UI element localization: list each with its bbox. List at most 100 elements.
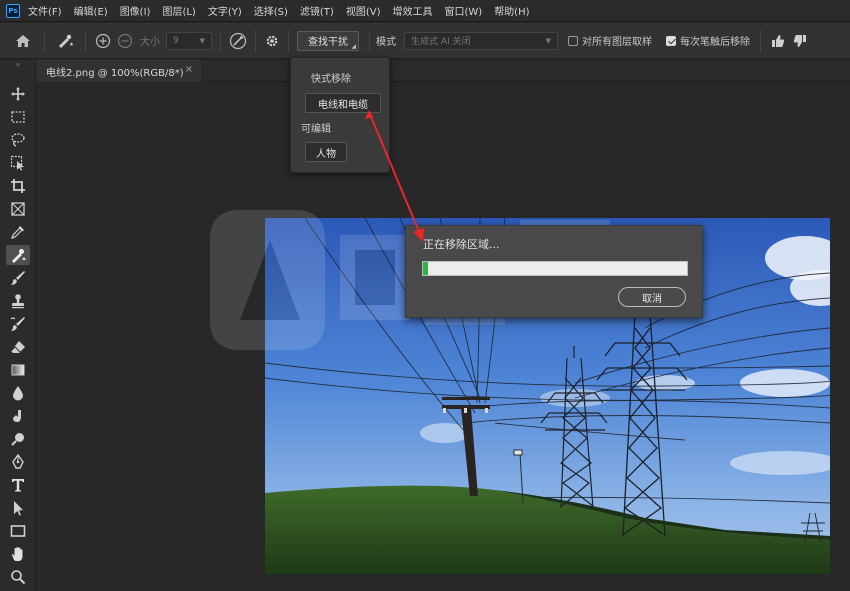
menu-image[interactable]: 图像(I) (120, 3, 151, 18)
gradient-icon (11, 364, 25, 376)
cancel-button[interactable]: 取消 (618, 287, 686, 307)
hand-tool[interactable] (6, 544, 30, 564)
brush-pressure-icon[interactable] (227, 29, 249, 53)
close-icon[interactable]: × (185, 64, 193, 75)
marquee-icon (11, 111, 25, 123)
eyedropper-icon (11, 226, 24, 239)
mode-label: 模式 (376, 37, 396, 48)
chevron-down-icon: ▼ (545, 36, 551, 45)
brush-icon (11, 271, 25, 285)
document-tab-title: 电线2.png @ 100%(RGB/8*) (46, 67, 184, 79)
menu-help[interactable]: 帮助(H) (494, 3, 529, 18)
size-label: 大小 (140, 37, 160, 48)
subtract-from-mask-icon[interactable] (114, 29, 136, 53)
chevron-down-icon: ◢ (351, 42, 356, 50)
find-distractions-popup: 快式移除 电线和电缆 可编辑 人物 (290, 57, 390, 173)
menu-type[interactable]: 文字(Y) (208, 3, 242, 18)
canvas-area[interactable] (36, 83, 850, 591)
pen-tool[interactable] (6, 452, 30, 472)
find-distractions-button[interactable]: 查找干扰 ◢ (297, 30, 359, 51)
dodge-icon (11, 433, 24, 446)
divider (44, 29, 45, 52)
removing-progress-dialog: 正在移除区域... 取消 (405, 225, 703, 318)
eyedropper-tool[interactable] (6, 222, 30, 242)
blur-icon (13, 386, 23, 401)
gradient-tool[interactable] (6, 360, 30, 380)
rectangle-tool[interactable] (6, 521, 30, 541)
progress-bar (422, 261, 688, 276)
path-select-icon (14, 501, 23, 516)
remove-after-stroke-checkbox[interactable]: 每次笔触后移除 (666, 33, 750, 48)
document-tab[interactable]: 电线2.png @ 100%(RGB/8*) × (36, 60, 201, 82)
smudge-icon (13, 410, 21, 422)
menu-layer[interactable]: 图层(L) (162, 3, 195, 18)
path-select-tool[interactable] (6, 498, 30, 518)
menu-file[interactable]: 文件(F) (28, 3, 62, 18)
object-select-tool[interactable] (6, 153, 30, 173)
menu-bar: Ps 文件(F) 编辑(E) 图像(I) 图层(L) 文字(Y) 选择(S) 滤… (0, 0, 850, 22)
type-tool[interactable] (6, 475, 30, 495)
move-tool[interactable] (6, 84, 30, 104)
remove-tool-preset-icon[interactable] (51, 29, 79, 53)
stamp-tool[interactable] (6, 291, 30, 311)
menu-select[interactable]: 选择(S) (254, 3, 288, 18)
divider (369, 29, 370, 52)
pen-icon (12, 454, 24, 469)
gear-icon[interactable] (262, 29, 282, 53)
hand-icon (12, 547, 23, 561)
thumbs-down-icon[interactable] (789, 29, 811, 53)
find-distractions-label: 查找干扰 (308, 37, 348, 48)
history-brush-tool[interactable] (6, 314, 30, 334)
document-tab-bar: 电线2.png @ 100%(RGB/8*) × (36, 60, 850, 82)
chevron-down-icon: ▼ (199, 36, 205, 45)
add-to-mask-icon[interactable] (92, 29, 114, 53)
history-brush-icon (10, 317, 25, 331)
options-bar: 大小 9 ▼ 查找干扰 ◢ 模式 生成式 AI 关闭 ▼ 对所有图层取样 每次笔… (0, 23, 850, 59)
menu-plugins[interactable]: 增效工具 (392, 3, 432, 18)
crop-tool[interactable] (6, 176, 30, 196)
popup-heading-editable: 可编辑 (301, 124, 331, 135)
checkbox-box (666, 35, 676, 46)
brush-tool[interactable] (6, 268, 30, 288)
stamp-icon (12, 294, 24, 309)
move-icon (11, 87, 25, 101)
blur-tool[interactable] (6, 383, 30, 403)
progress-bar-fill (423, 262, 428, 275)
menu-edit[interactable]: 编辑(E) (74, 3, 108, 18)
menu-window[interactable]: 窗口(W) (444, 3, 482, 18)
eraser-tool[interactable] (6, 337, 30, 357)
people-button[interactable]: 人物 (305, 142, 347, 162)
eraser-icon (10, 341, 25, 354)
divider (760, 29, 761, 52)
frame-icon (11, 202, 25, 216)
dodge-tool[interactable] (6, 429, 30, 449)
marquee-tool[interactable] (6, 107, 30, 127)
size-field[interactable]: 9 ▼ (166, 31, 212, 50)
size-value: 9 (173, 35, 179, 46)
tools-panel: » (0, 60, 36, 591)
remove-tool[interactable] (6, 245, 30, 265)
zoom-tool[interactable] (6, 567, 30, 587)
mode-select[interactable]: 生成式 AI 关闭 ▼ (404, 31, 558, 50)
smudge-tool[interactable] (6, 406, 30, 426)
crop-icon (11, 179, 25, 193)
home-icon[interactable] (8, 29, 38, 53)
divider (85, 29, 86, 52)
menu-view[interactable]: 视图(V) (346, 3, 381, 18)
divider (220, 29, 221, 52)
wires-and-cables-button[interactable]: 电线和电缆 (305, 93, 381, 113)
sample-all-layers-checkbox[interactable]: 对所有图层取样 (568, 33, 652, 48)
frame-tool[interactable] (6, 199, 30, 219)
lasso-tool[interactable] (6, 130, 30, 150)
type-icon (12, 479, 24, 492)
popup-heading-auto: 快式移除 (311, 74, 351, 85)
checkbox-box (568, 35, 578, 46)
thumbs-up-icon[interactable] (767, 29, 789, 53)
photoshop-logo[interactable]: Ps (6, 3, 20, 18)
panel-grip[interactable]: » (6, 60, 30, 70)
menu-filter[interactable]: 滤镜(T) (300, 3, 334, 18)
lasso-icon (11, 133, 25, 147)
object-select-icon (10, 155, 24, 171)
sample-all-layers-label: 对所有图层取样 (582, 37, 652, 48)
remove-tool-icon (12, 249, 26, 263)
